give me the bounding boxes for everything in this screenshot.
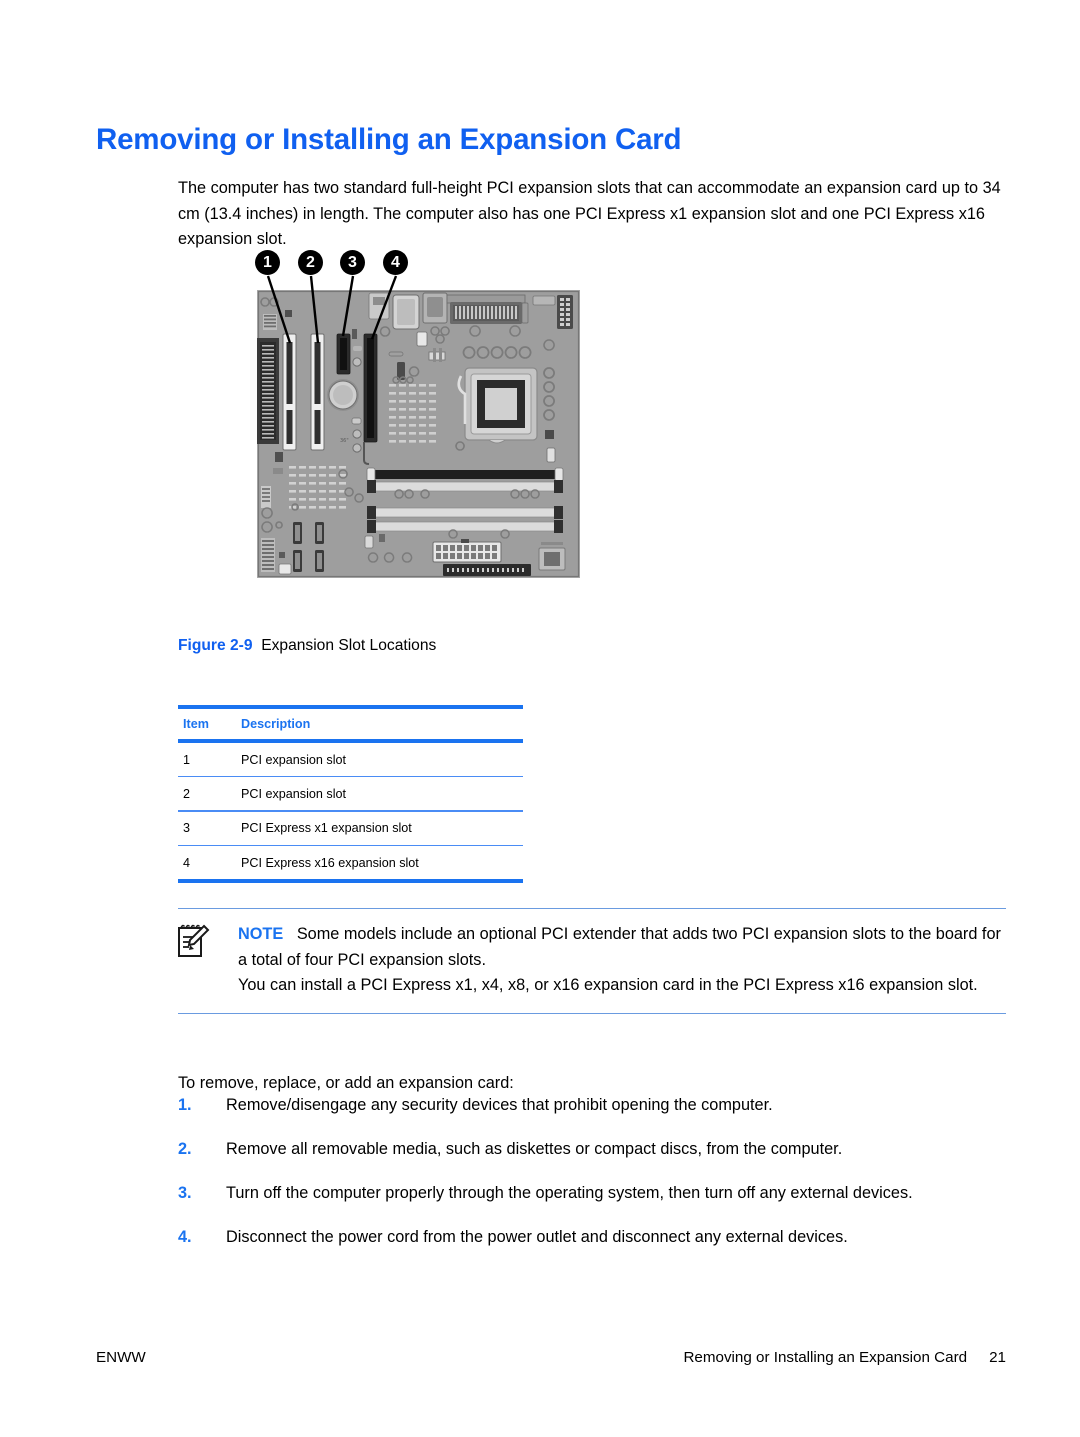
step-text: Disconnect the power cord from the power… [226, 1227, 848, 1246]
table-cell-description: PCI Express x16 expansion slot [241, 855, 419, 870]
table-row: 2 PCI expansion slot [178, 777, 523, 810]
note-body: NOTE Some models include an optional PCI… [238, 922, 1006, 998]
procedure-step: 3. Turn off the computer properly throug… [178, 1181, 1006, 1206]
table-header-item: Item [183, 717, 209, 731]
intro-paragraph: The computer has two standard full-heigh… [178, 179, 1001, 249]
step-text: Turn off the computer properly through t… [226, 1183, 913, 1202]
procedure-step: 4. Disconnect the power cord from the po… [178, 1225, 1006, 1250]
callout-badge-4: 4 [383, 250, 408, 275]
figure-caption: Figure 2-9 Expansion Slot Locations [178, 637, 436, 655]
table-header-description: Description [241, 717, 311, 731]
table-cell-description: PCI expansion slot [241, 752, 347, 767]
note-callout: NOTE Some models include an optional PCI… [178, 908, 1006, 1014]
ide-header [443, 564, 531, 576]
figure-caption-label: Expansion Slot Locations [261, 637, 437, 654]
table-cell-description: PCI expansion slot [241, 786, 347, 801]
page-title: Removing or Installing an Expansion Card [96, 122, 682, 156]
procedure-steps: 1. Remove/disengage any security devices… [178, 1093, 1006, 1269]
table-cell-item: 1 [183, 752, 191, 767]
table-cell-item: 4 [183, 855, 191, 870]
note-bottom-rule [178, 1012, 1006, 1014]
motherboard-illustration: 36" [257, 290, 580, 578]
figure-caption-text [253, 637, 262, 654]
step-number: 4. [178, 1227, 192, 1246]
step-number: 2. [178, 1139, 192, 1158]
step-number: 3. [178, 1183, 192, 1202]
figure-number: Figure 2-9 [178, 637, 253, 654]
pci-slot-1 [282, 333, 297, 451]
table-row: 1 PCI expansion slot [178, 743, 523, 776]
table-row: 4 PCI Express x16 expansion slot [178, 846, 523, 879]
table-bottom-rule [178, 879, 523, 884]
procedure-step: 2. Remove all removable media, such as d… [178, 1137, 1006, 1162]
table-header-row: Item Description [178, 709, 523, 739]
note-label: NOTE [238, 925, 284, 944]
pci-slot-2 [310, 333, 325, 451]
figure-expansion-slot-locations: 1 2 3 4 36" [250, 243, 590, 588]
footer-right: Removing or Installing an Expansion Card… [683, 1349, 1006, 1366]
note-icon [176, 923, 210, 961]
pcie-x1-slot [336, 333, 351, 375]
motherboard-svg: 36" [257, 290, 580, 578]
footer-page-number: 21 [989, 1349, 1006, 1366]
svg-text:36": 36" [340, 438, 349, 444]
callout-badge-1: 1 [255, 250, 280, 275]
note-paragraph-1: NOTE Some models include an optional PCI… [238, 922, 1006, 973]
note-paragraph-2: You can install a PCI Express x1, x4, x8… [238, 976, 978, 995]
step-number: 1. [178, 1096, 192, 1114]
footer-section-title: Removing or Installing an Expansion Card [683, 1349, 968, 1366]
note-paragraph-1-text: Some models include an optional PCI exte… [238, 925, 1001, 969]
table-cell-item: 3 [183, 821, 191, 836]
procedure-step: 1. Remove/disengage any security devices… [178, 1093, 1006, 1118]
table-row: 3 PCI Express x1 expansion slot [178, 812, 523, 845]
table-cell-item: 2 [183, 786, 191, 801]
step-text: Remove all removable media, such as disk… [226, 1139, 843, 1158]
step-text: Remove/disengage any security devices th… [226, 1096, 773, 1114]
callout-badge-3: 3 [340, 250, 365, 275]
callout-badge-2: 2 [298, 250, 323, 275]
atx-power-connector [432, 539, 502, 563]
table-cell-description: PCI Express x1 expansion slot [241, 821, 412, 836]
expansion-slot-table: Item Description 1 PCI expansion slot 2 … [178, 705, 523, 884]
cpu-socket [457, 367, 538, 444]
document-page: Removing or Installing an Expansion Card… [0, 0, 1080, 1437]
footer-locale: ENWW [96, 1349, 146, 1366]
